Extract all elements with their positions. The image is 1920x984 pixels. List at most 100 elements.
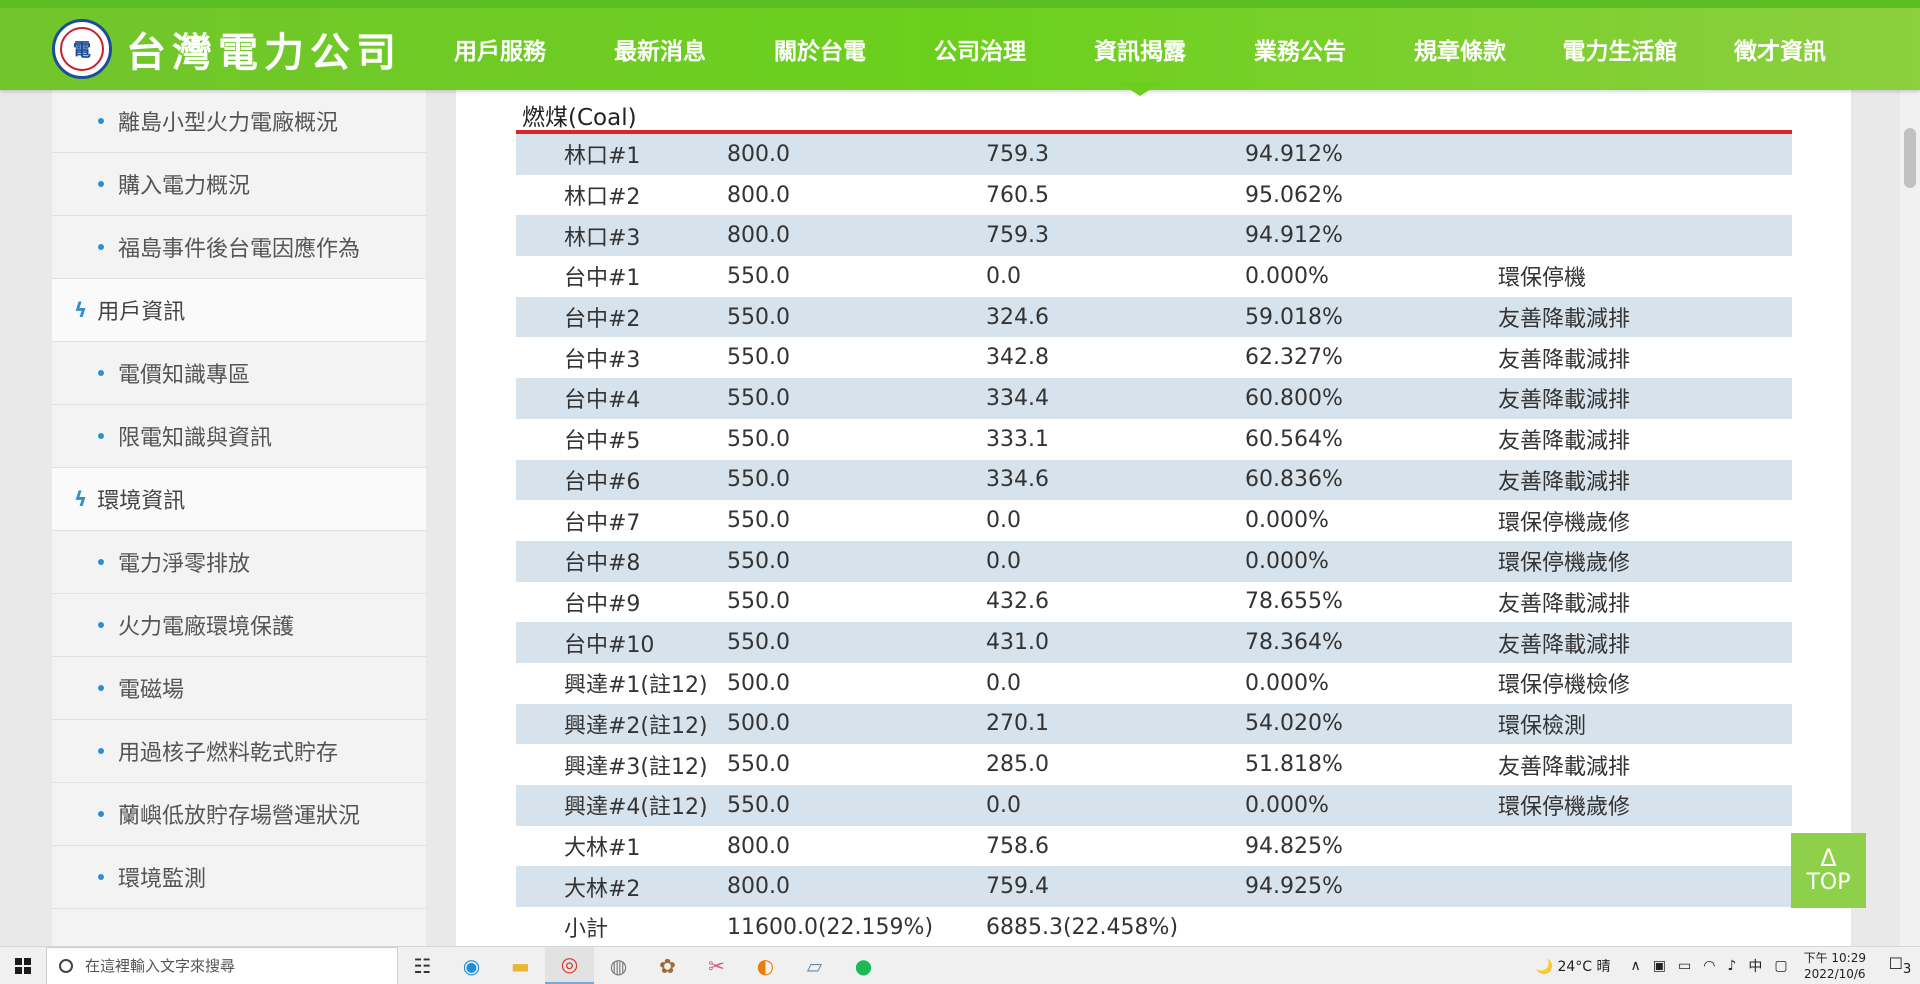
table-cell: 94.825%: [1245, 833, 1343, 859]
nav-item[interactable]: 關於台電: [740, 32, 900, 66]
table-cell: 友善降載減排: [1498, 388, 1631, 414]
sidebar-item[interactable]: 環境監測: [52, 846, 426, 909]
top-strip: [0, 0, 1920, 8]
app-icon-3[interactable]: ▱: [790, 947, 839, 984]
edge-browser-icon[interactable]: ◉: [447, 947, 496, 984]
page-scrollbar[interactable]: [1900, 90, 1920, 946]
volume-icon[interactable]: ♪: [1727, 958, 1736, 974]
scrollbar-thumb[interactable]: [1904, 128, 1916, 188]
sidebar-item-label: 限電知識與資訊: [118, 426, 273, 451]
table-row: 台中#6 550.0 334.6 60.836% 友善降載減排: [516, 459, 1792, 501]
file-explorer-icon[interactable]: ▬: [496, 947, 545, 984]
sidebar-item[interactable]: 蘭嶼低放貯存場營運狀況: [52, 783, 426, 846]
table-cell: 759.3: [986, 223, 1049, 249]
sidebar-section[interactable]: ϟ 環境資訊: [52, 468, 426, 531]
meet-now-icon[interactable]: ▣: [1653, 958, 1666, 974]
table-cell: 550.0: [727, 548, 790, 574]
wifi-icon[interactable]: ◠: [1703, 958, 1715, 974]
sidebar-section[interactable]: ϟ 用戶資訊: [52, 279, 426, 342]
sidebar-item-label: 電力淨零排放: [118, 552, 251, 577]
sidebar-item[interactable]: 離島小型火力電廠概況: [52, 90, 426, 153]
keyboard-icon[interactable]: ▢: [1774, 958, 1787, 974]
table-cell: 78.655%: [1245, 589, 1343, 615]
nav-item[interactable]: 資訊揭露: [1060, 32, 1220, 96]
table-row: 台中#7 550.0 0.0 0.000% 環保停機歲修: [516, 500, 1792, 541]
table-row: 台中#4 550.0 334.4 60.800% 友善降載減排: [516, 378, 1792, 419]
spotify-icon[interactable]: ●: [839, 947, 888, 984]
sidebar-item[interactable]: 電磁場: [52, 657, 426, 720]
table-cell: 友善降載減排: [1498, 429, 1631, 455]
nav-item[interactable]: 規章條款: [1380, 32, 1540, 66]
table-cell: 550.0: [727, 792, 790, 818]
nav-item[interactable]: 電力生活館: [1540, 32, 1700, 66]
blender-icon[interactable]: ◐: [741, 947, 790, 984]
taskbar-apps: ☷ ◉ ▬ ◎ ◍ ✿ ✂ ◐ ▱ ●: [398, 946, 888, 984]
logo-text: 台灣電力公司: [126, 29, 402, 76]
table-cell: 550.0: [727, 426, 790, 452]
weather-widget[interactable]: 🌙 24°C 晴: [1536, 956, 1611, 976]
sidebar-item[interactable]: 購入電力概況: [52, 153, 426, 216]
search-icon: [59, 958, 73, 973]
sidebar-item-label: 電磁場: [118, 678, 185, 703]
windows-icon: [15, 957, 31, 974]
chrome-browser-icon[interactable]: ◎: [545, 946, 594, 984]
sidebar-item[interactable]: 用過核子燃料乾式貯存: [52, 720, 426, 783]
table-cell: 550.0: [727, 630, 790, 656]
table-cell: 友善降載減排: [1498, 754, 1631, 780]
sidebar-item[interactable]: 電價知識專區: [52, 342, 426, 405]
table-row: 興達#2(註12) 500.0 270.1 54.020% 環保檢測: [516, 703, 1792, 745]
table-row: 興達#3(註12) 550.0 285.0 51.818% 友善降載減排: [516, 744, 1792, 785]
chevron-up-icon[interactable]: ∧: [1630, 958, 1640, 974]
table-cell: 台中#7: [564, 510, 641, 536]
table-cell: 550.0: [727, 467, 790, 493]
taskbar-search[interactable]: 在這裡輸入文字來搜尋: [46, 946, 398, 984]
back-to-top-button[interactable]: Δ TOP: [1791, 833, 1866, 908]
table-cell: 60.836%: [1245, 467, 1343, 493]
table-cell: 環保檢測: [1498, 713, 1587, 739]
task-view-icon[interactable]: ☷: [398, 947, 447, 984]
table-cell: 台中#6: [564, 469, 641, 495]
table-cell: 台中#3: [564, 347, 641, 373]
ime-indicator[interactable]: 中: [1748, 956, 1762, 976]
nav-item[interactable]: 徵才資訊: [1700, 32, 1860, 66]
table-cell: 78.364%: [1245, 630, 1343, 656]
table-cell: 550.0: [727, 263, 790, 289]
app-icon-1[interactable]: ◍: [594, 947, 643, 984]
clock[interactable]: 下午 10:29 2022/10/6: [1804, 950, 1866, 982]
sidebar-item[interactable]: 火力電廠環境保護: [52, 594, 426, 657]
sidebar-item[interactable]: 電力淨零排放: [52, 531, 426, 594]
table-cell: 0.000%: [1245, 792, 1329, 818]
site-logo[interactable]: 電 台灣電力公司: [52, 18, 402, 80]
table-cell: 324.6: [986, 304, 1049, 330]
sidebar-item[interactable]: 限電知識與資訊: [52, 405, 426, 468]
table-cell: 環保停機歲修: [1498, 795, 1631, 821]
battery-icon[interactable]: ▭: [1678, 958, 1691, 974]
lightning-icon: ϟ: [74, 487, 88, 511]
bullet-icon: [98, 559, 104, 565]
table-cell: 興達#3(註12): [564, 754, 708, 780]
table-cell: 94.912%: [1245, 223, 1343, 249]
table-cell: 台中#2: [564, 307, 641, 333]
table-row: 興達#4(註12) 550.0 0.0 0.000% 環保停機歲修: [516, 785, 1792, 826]
snipping-tool-icon[interactable]: ✂: [692, 947, 741, 984]
table-cell: 11600.0(22.159%): [727, 914, 934, 940]
sidebar-item-label: 用過核子燃料乾式貯存: [118, 741, 339, 766]
sidebar-item-label: 環境資訊: [97, 489, 186, 514]
start-button[interactable]: [0, 947, 46, 984]
nav-item[interactable]: 公司治理: [900, 32, 1060, 66]
sidebar-item-label: 環境監測: [118, 867, 207, 892]
site-header: 電 台灣電力公司 用戶服務 最新消息 關於台電 公司治理 資訊揭露 業務公告 規章條款 電力生…: [0, 8, 1920, 96]
notification-icon[interactable]: ☐3: [1880, 954, 1920, 977]
table-cell: 友善降載減排: [1498, 591, 1631, 617]
sidebar-item[interactable]: 福島事件後台電因應作為: [52, 216, 426, 279]
nav-item[interactable]: 業務公告: [1220, 32, 1380, 66]
nav-item[interactable]: 最新消息: [580, 32, 740, 66]
nav-item[interactable]: 用戶服務: [420, 32, 580, 66]
table-cell: 興達#1(註12): [564, 673, 708, 699]
table-cell: 台中#1: [564, 266, 641, 292]
app-icon-2[interactable]: ✿: [643, 947, 692, 984]
table-cell: 0.0: [986, 548, 1021, 574]
table-cell: 432.6: [986, 589, 1049, 615]
table-cell: 0.0: [986, 792, 1021, 818]
table-cell: 333.1: [986, 426, 1049, 452]
